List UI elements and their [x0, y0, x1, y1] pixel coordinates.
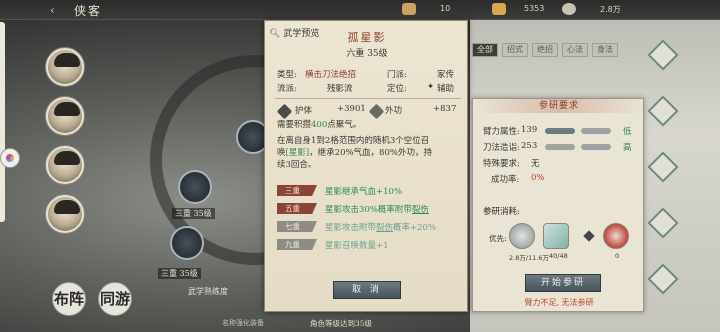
coin-icon — [562, 3, 576, 15]
bottom-caption: 角色等级达到35级 — [310, 319, 373, 328]
skill-node-label: 三重 35级 — [158, 268, 201, 279]
requirement-row: 刀法造诣: 253 高 — [483, 141, 632, 153]
resource-count-3: 2.8万 — [600, 5, 621, 14]
scroll-title: 武学熟练度 — [188, 287, 228, 296]
skill-node[interactable] — [170, 226, 204, 260]
energy-requirement: 需要积攒400点聚气。 — [277, 120, 362, 130]
hero-portrait[interactable] — [46, 97, 84, 135]
hero-portrait[interactable] — [46, 48, 84, 86]
requirement-row: 特殊要求: 无 — [483, 159, 540, 169]
warning-text: 臂力不足, 无法参研 — [524, 298, 594, 307]
item-count: 0 — [615, 252, 620, 260]
item-count: 40/48 — [549, 252, 568, 260]
type-value: 横击刀法绝招 — [305, 70, 357, 80]
stat2-label: 外功 — [385, 106, 403, 116]
stat1-value: +3901 — [337, 104, 366, 114]
left-rail — [0, 22, 5, 222]
tier-badge: 九重 — [277, 239, 317, 250]
position-icon: ✦ — [427, 82, 435, 92]
school-value: 残影流 — [327, 84, 353, 94]
scroll-item-slot[interactable] — [543, 223, 569, 249]
tier-row: 九重 星影召唤数量+1 — [277, 238, 463, 252]
tier-text: 星影攻击30%概率附带裂伤 — [325, 205, 429, 215]
pinwheel-icon[interactable] — [0, 148, 20, 168]
hero-portrait[interactable] — [46, 195, 84, 233]
companion-icon[interactable]: 同游 — [98, 282, 132, 316]
tier-row: 五重 星影攻击30%概率附带裂伤 — [277, 202, 463, 216]
progress-bar — [545, 128, 575, 134]
tier-badge: 三重 — [277, 185, 317, 196]
coin-item-slot[interactable] — [509, 223, 535, 249]
school-label: 流派: — [277, 84, 297, 94]
skill-rank: 六重 35级 — [346, 49, 388, 59]
item-count: 2.8万/11.6万 — [509, 254, 549, 262]
tier-text: 星影继承气血+10% — [325, 187, 403, 197]
stat1-label: 护体 — [295, 106, 313, 116]
top-bar: ‹ 侠客 10 5353 2.8万 — [0, 0, 720, 20]
research-panel: 参研要求 臂力属性: 139 低 刀法造诣: 253 高 特殊要求: 无 成功率… — [472, 98, 645, 312]
bottom-caption: 名称强化装备 — [222, 319, 264, 327]
stat2-value: +837 — [433, 104, 457, 114]
position-value: 辅助 — [437, 84, 455, 94]
tab-inner-art[interactable]: 心法 — [562, 43, 588, 57]
progress-bar — [581, 144, 611, 150]
tier-row: 七重 星影攻击附带裂伤概率+20% — [277, 220, 463, 234]
research-title: 参研要求 — [473, 99, 645, 113]
armor-icon — [276, 103, 293, 120]
skill-node-label: 三重 35级 — [172, 208, 215, 219]
resource-count-2: 5353 — [524, 4, 545, 13]
tab-moves[interactable]: 招式 — [502, 43, 528, 57]
separator-diamond-icon — [583, 230, 595, 242]
skill-title: 孤星影 — [347, 31, 387, 44]
type-label: 类型: — [277, 70, 297, 80]
tier-badge: 七重 — [277, 221, 317, 232]
resource-count-1: 10 — [440, 4, 451, 13]
priority-label: 优先: — [489, 234, 507, 243]
back-arrow-icon[interactable]: ‹ — [50, 3, 64, 17]
sword-icon — [368, 103, 385, 120]
page-title: 侠客 — [74, 4, 103, 18]
sect-value: 家传 — [437, 70, 455, 80]
bracelet-item-slot[interactable] — [603, 223, 629, 249]
tab-ultimate[interactable]: 绝招 — [532, 43, 558, 57]
tab-footwork[interactable]: 身法 — [592, 43, 618, 57]
formation-icon[interactable]: 布阵 — [52, 282, 86, 316]
progress-bar — [545, 144, 575, 150]
cancel-button[interactable]: 取 消 — [333, 281, 401, 299]
requirement-row: 成功率: 0% — [491, 173, 545, 185]
gold-ingot-icon — [492, 3, 506, 15]
tier-badge: 五重 — [277, 203, 317, 214]
divider — [275, 98, 461, 99]
sect-label: 门派: — [387, 70, 407, 80]
skill-description: 在离自身1到2格范围内的随机3个空位召 唤[星影]，继承20%气血，80%外功，… — [277, 136, 432, 170]
start-research-button[interactable]: 开始参研 — [525, 274, 601, 292]
progress-bar — [581, 128, 611, 134]
consume-label: 参研消耗: — [483, 207, 520, 217]
tab-all[interactable]: 全部 — [472, 43, 498, 57]
tier-row: 三重 星影继承气血+10% — [277, 184, 463, 198]
feather-icon — [402, 3, 416, 15]
position-label: 定位: — [387, 84, 407, 94]
hero-portrait[interactable] — [46, 146, 84, 184]
requirement-row: 臂力属性: 139 低 — [483, 125, 632, 137]
skill-preview-card: 🔍︎ 武学预览 孤星影 六重 35级 类型: 横击刀法绝招 门派: 家传 流派:… — [264, 20, 468, 312]
tier-text: 星影攻击附带裂伤概率+20% — [325, 223, 437, 233]
skill-node[interactable] — [178, 170, 212, 204]
tier-text: 星影召唤数量+1 — [325, 241, 389, 251]
